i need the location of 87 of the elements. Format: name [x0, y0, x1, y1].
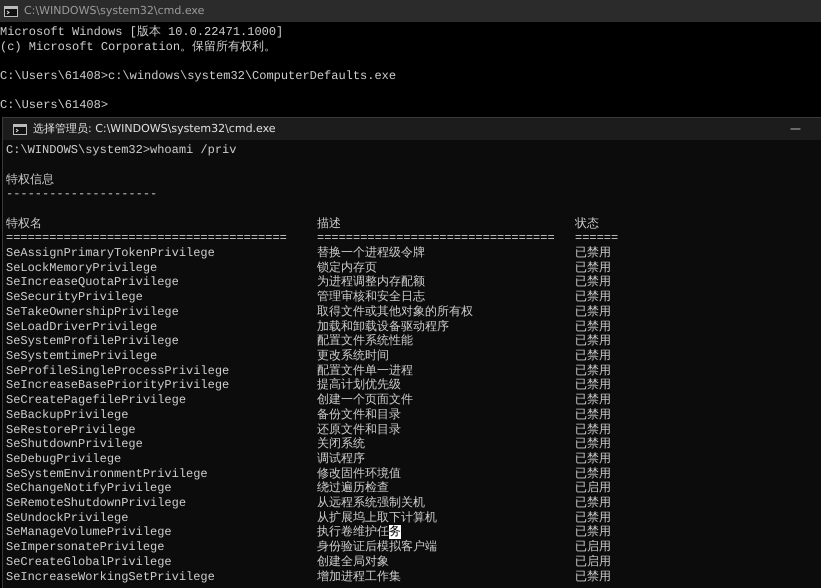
- column-header: 状态: [575, 216, 600, 232]
- privilege-name: SeImpersonatePrivilege: [6, 540, 166, 555]
- privilege-status: 已禁用: [575, 334, 612, 349]
- privilege-name: SeBackupPrivilege: [6, 408, 130, 423]
- privilege-description: 增加进程工作集: [317, 570, 402, 584]
- privilege-description: 调试程序: [317, 452, 366, 467]
- privilege-name: SeProfileSingleProcessPrivilege: [6, 364, 230, 378]
- privilege-description: 身份验证后模拟客户端: [317, 540, 438, 555]
- privilege-name: SeChangeNotifyPrivilege: [6, 481, 173, 496]
- privilege-description: 从远程系统强制关机: [317, 496, 426, 511]
- privilege-name: SeSystemEnvironmentPrivilege: [6, 466, 209, 482]
- privilege-description: 管理审核和安全日志: [317, 290, 426, 305]
- console-rule: ---------------------: [6, 187, 158, 202]
- terminal-icon: [4, 6, 18, 16]
- privilege-description: 配置文件系统性能: [317, 334, 414, 349]
- privilege-status: 已禁用: [575, 437, 612, 452]
- privilege-description: 提高计划优先级: [317, 378, 402, 393]
- privilege-name: SeIncreaseQuotaPrivilege: [6, 275, 180, 290]
- privilege-status: 已禁用: [575, 275, 612, 290]
- privilege-description: 修改固件环境值: [317, 466, 402, 481]
- privilege-name: SeCreateGlobalPrivilege: [6, 554, 173, 570]
- privilege-status: 已禁用: [575, 260, 612, 275]
- privilege-status: 已禁用: [575, 290, 612, 305]
- privilege-status: 已启用: [575, 540, 612, 555]
- console-line: C:\WINDOWS\system32>whoami /priv: [6, 143, 238, 158]
- privilege-status: 已启用: [575, 554, 612, 570]
- privilege-description: 取得文件或其他对象的所有权: [317, 304, 474, 320]
- privilege-name: SeLoadDriverPrivilege: [6, 320, 158, 334]
- privilege-status: 已禁用: [575, 525, 612, 540]
- privilege-status: 已禁用: [575, 378, 612, 393]
- privilege-name: SeSystemtimePrivilege: [6, 349, 158, 364]
- console-line: (c) Microsoft Corporation。保留所有权利。: [0, 40, 278, 54]
- privilege-name: SeAssignPrimaryTokenPrivilege: [6, 246, 216, 261]
- privilege-description: 替换一个进程级令牌: [317, 246, 426, 261]
- privilege-description: 执行卷维护任务: [317, 525, 402, 540]
- privilege-description: 更改系统时间: [317, 349, 390, 364]
- privilege-description: 绕过遍历检查: [317, 481, 390, 496]
- column-header: 特权名: [6, 216, 43, 232]
- privilege-description: 创建全局对象: [317, 554, 390, 570]
- window-title: 选择管理员: C:\WINDOWS\system32\cmd.exe: [33, 120, 277, 137]
- privilege-description: 还原文件和目录: [317, 422, 402, 437]
- privilege-status: 已禁用: [575, 246, 612, 261]
- privilege-description: 备份文件和目录: [317, 408, 402, 423]
- privilege-name: SeSystemProfilePrivilege: [6, 334, 180, 349]
- privilege-name: SeUndockPrivilege: [6, 510, 130, 526]
- privilege-name: SeTakeOwnershipPrivilege: [6, 304, 180, 320]
- privilege-description: 配置文件单一进程: [317, 364, 414, 378]
- privilege-name: SeDebugPrivilege: [6, 452, 122, 467]
- console-line: C:\Users\61408>c:\windows\system32\ComputerDefaults.exe: [0, 69, 398, 84]
- privilege-name: SeLockMemoryPrivilege: [6, 260, 158, 276]
- privilege-status: 已禁用: [575, 466, 612, 481]
- privilege-status: 已禁用: [575, 349, 612, 364]
- privilege-status: 已禁用: [575, 304, 612, 320]
- privilege-status: 已禁用: [575, 496, 612, 511]
- privilege-status: 已禁用: [575, 320, 612, 334]
- privilege-status: 已禁用: [575, 452, 612, 467]
- console-rule: =======================================: [6, 231, 288, 246]
- privilege-status: 已禁用: [575, 393, 612, 408]
- privilege-status: 已禁用: [575, 422, 612, 437]
- window-title: C:\WINDOWS\system32\cmd.exe: [24, 2, 204, 19]
- privilege-description: 关闭系统: [317, 437, 366, 452]
- privilege-name: SeIncreaseWorkingSetPrivilege: [6, 570, 216, 584]
- minimize-button[interactable]: —: [780, 120, 811, 138]
- privilege-description: 创建一个页面文件: [317, 393, 414, 408]
- privilege-description: 锁定内存页: [317, 260, 378, 275]
- terminal-icon: [13, 124, 27, 135]
- privilege-name: SeShutdownPrivilege: [6, 437, 144, 452]
- section-heading: 特权信息: [6, 172, 55, 188]
- privilege-name: SeCreatePagefilePrivilege: [6, 393, 188, 408]
- privilege-status: 已禁用: [575, 408, 612, 423]
- privilege-status: 已禁用: [575, 570, 612, 584]
- privilege-description: 从扩展坞上取下计算机: [317, 510, 438, 525]
- privilege-name: SeManageVolumePrivilege: [6, 525, 173, 540]
- privilege-status: 已禁用: [575, 510, 612, 525]
- privilege-name: SeIncreaseBasePriorityPrivilege: [6, 378, 230, 394]
- column-header: 描述: [317, 216, 342, 232]
- privilege-name: SeSecurityPrivilege: [6, 290, 144, 305]
- console-line: C:\Users\61408>: [0, 98, 110, 114]
- privilege-status: 已启用: [575, 481, 612, 496]
- privilege-description: 加载和卸载设备驱动程序: [317, 320, 450, 334]
- privilege-name: SeRestorePrivilege: [6, 422, 137, 438]
- console-line: Microsoft Windows [版本 10.0.22471.1000]: [0, 25, 284, 40]
- console-rule: ======: [575, 231, 620, 246]
- privilege-status: 已禁用: [575, 364, 612, 378]
- privilege-description: 为进程调整内存配额: [317, 275, 426, 290]
- privilege-name: SeRemoteShutdownPrivilege: [6, 496, 188, 511]
- console-rule: =================================: [317, 231, 556, 246]
